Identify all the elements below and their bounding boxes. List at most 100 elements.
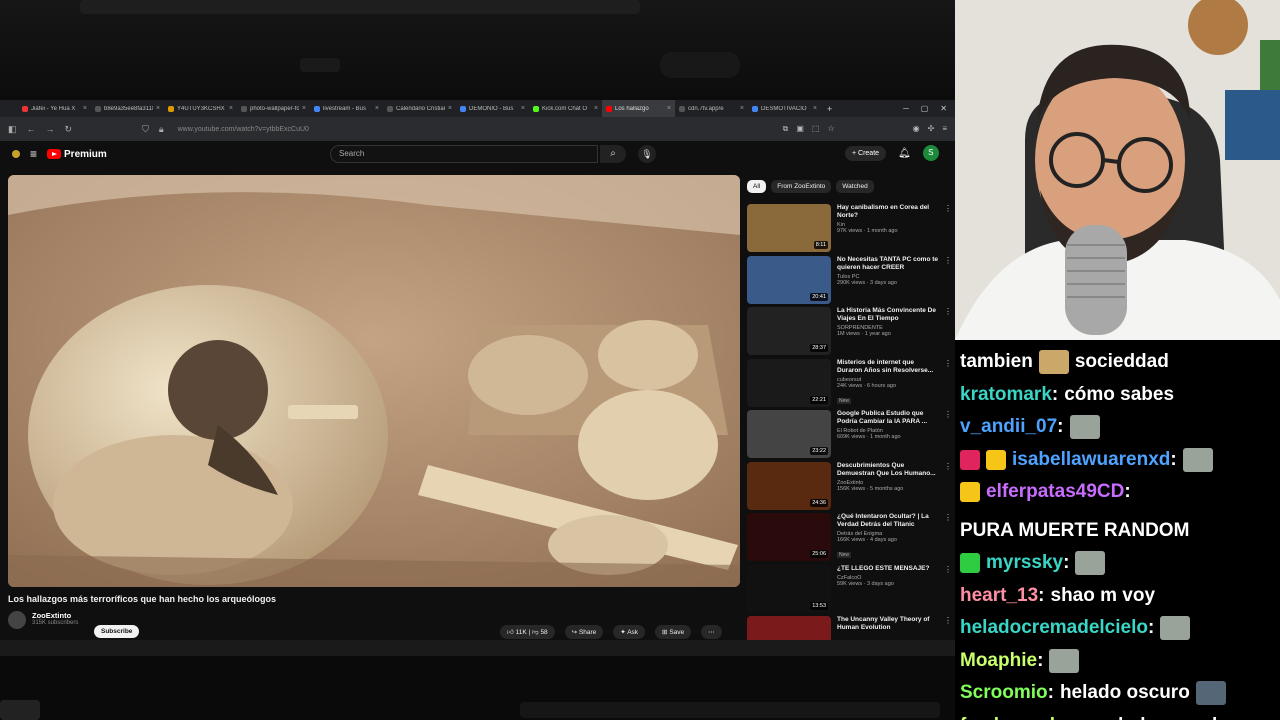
browser-tab[interactable]: Y4UTUY3KCSHX × bbox=[164, 100, 237, 117]
more-options-icon[interactable]: ⋮ bbox=[944, 462, 952, 510]
more-actions-button[interactable]: ⋯ bbox=[701, 625, 722, 639]
recommendation-item[interactable]: 22:21 Misterios de internet que Duraron A… bbox=[747, 358, 952, 407]
maximize-icon[interactable]: ▢ bbox=[921, 104, 929, 113]
video-title[interactable]: Hay canibalismo en Corea del Norte? bbox=[837, 204, 938, 220]
tab-close-icon[interactable]: × bbox=[813, 105, 817, 112]
video-thumbnail[interactable]: 24:36 bbox=[747, 461, 831, 510]
more-options-icon[interactable]: ⋮ bbox=[944, 204, 952, 252]
chat-username[interactable]: Moaphie bbox=[960, 645, 1037, 678]
chat-username[interactable]: heart_13 bbox=[960, 580, 1038, 613]
browser-tab[interactable]: b8e9a35ee8fa3118 × bbox=[91, 100, 164, 117]
video-title[interactable]: La Historia Más Convincente De Viajes En… bbox=[837, 307, 938, 323]
video-thumbnail[interactable]: 28:37 bbox=[747, 307, 831, 355]
recommendation-item[interactable]: 13:53 ¿TE LLEGÓ ESTE MENSAJE? CzFalcoO 59K … bbox=[747, 564, 952, 613]
channel-avatar[interactable] bbox=[8, 611, 26, 629]
create-button[interactable]: + Create bbox=[845, 145, 887, 161]
browser-tab[interactable]: Kick.com Chat O × bbox=[529, 100, 602, 117]
tab-close-icon[interactable]: × bbox=[229, 105, 233, 112]
video-thumbnail[interactable]: 13:53 bbox=[747, 564, 831, 613]
chat-username[interactable]: kratomark bbox=[960, 379, 1052, 412]
chat-username[interactable]: myrssky bbox=[986, 547, 1063, 580]
more-options-icon[interactable]: ⋮ bbox=[944, 513, 952, 561]
chat-username[interactable]: Scroomio bbox=[960, 677, 1048, 710]
recommendation-item[interactable]: 24:36 Descubrimientos Que Demuestran Que … bbox=[747, 461, 952, 510]
more-options-icon[interactable]: ⋮ bbox=[944, 410, 952, 458]
tab-close-icon[interactable]: × bbox=[740, 105, 744, 112]
tab-close-icon[interactable]: × bbox=[375, 105, 379, 112]
chat-username[interactable]: femboypeke bbox=[960, 710, 1071, 720]
extension-icon[interactable]: ⬚ bbox=[812, 124, 820, 134]
like-button[interactable]: 👍︎ 11K | 👎︎ 58 bbox=[500, 625, 555, 639]
recommendation-item[interactable]: 20:41 No Necesitas TANTA PC como te quier… bbox=[747, 255, 952, 304]
chat-username[interactable]: v_andii_07 bbox=[960, 411, 1057, 444]
video-thumbnail[interactable]: 20:41 bbox=[747, 255, 831, 304]
more-options-icon[interactable]: ⋮ bbox=[944, 359, 952, 407]
mic-icon[interactable]: 🎙︎ bbox=[638, 145, 656, 163]
video-title[interactable]: Google Publica Estudio que Podría Cambia… bbox=[837, 410, 938, 426]
more-options-icon[interactable]: ⋮ bbox=[944, 256, 952, 304]
chat-username[interactable]: isabellawuarenxd bbox=[1012, 444, 1170, 477]
filter-chip[interactable]: From ZooExtinto bbox=[771, 180, 832, 193]
account-icon[interactable]: ◉ bbox=[913, 124, 920, 134]
video-title[interactable]: ¿Qué Intentaron Ocultar? | La Verdad Det… bbox=[837, 513, 938, 529]
video-title[interactable]: No Necesitas TANTA PC como te quieren ha… bbox=[837, 256, 938, 272]
back-icon[interactable]: ← bbox=[27, 124, 36, 134]
menu-icon[interactable]: ≡ bbox=[942, 124, 947, 134]
subscribe-button[interactable]: Subscribe bbox=[94, 625, 140, 638]
browser-tab[interactable]: photo-wallpaper-for × bbox=[237, 100, 310, 117]
video-title[interactable]: Misterios de internet que Duraron Años s… bbox=[837, 359, 938, 375]
video-title[interactable]: Descubrimientos Que Demuestran Que Los H… bbox=[837, 462, 938, 478]
browser-tab[interactable]: cdn.7tv.app/e × bbox=[675, 100, 748, 117]
puzzle-icon[interactable]: ✣ bbox=[928, 124, 935, 134]
new-tab-icon[interactable]: + bbox=[827, 104, 832, 114]
recommendation-item[interactable]: 8:11 Hay canibalismo en Corea del Norte? K… bbox=[747, 204, 952, 252]
search-icon[interactable]: ⌕ bbox=[600, 145, 626, 163]
ask-button[interactable]: ✦ Ask bbox=[613, 625, 646, 639]
filter-chip[interactable]: All bbox=[747, 180, 767, 193]
filter-chip[interactable]: Watched bbox=[836, 180, 874, 193]
save-button[interactable]: ⊞ Save bbox=[655, 625, 692, 639]
channel-name[interactable]: ZooExtinto bbox=[32, 611, 78, 620]
more-options-icon[interactable]: ⋮ bbox=[944, 565, 952, 613]
browser-tab[interactable]: livestream - Bus × bbox=[310, 100, 383, 117]
screenshot-icon[interactable]: ⧉ bbox=[783, 124, 789, 134]
picture-icon[interactable]: ▣ bbox=[796, 124, 804, 134]
more-options-icon[interactable]: ⋮ bbox=[944, 307, 952, 355]
video-thumbnail[interactable]: 22:21 bbox=[747, 358, 831, 407]
browser-tab[interactable]: Jiafei - Ye Hua X × bbox=[18, 100, 91, 117]
tab-close-icon[interactable]: × bbox=[302, 105, 306, 112]
avatar[interactable]: S bbox=[922, 145, 939, 161]
browser-tab[interactable]: Los hallazgo × bbox=[602, 100, 675, 117]
tab-close-icon[interactable]: × bbox=[521, 105, 525, 112]
video-player[interactable] bbox=[8, 175, 740, 587]
tab-close-icon[interactable]: × bbox=[156, 105, 160, 112]
video-title[interactable]: The Uncanny Valley Theory of Human Evolu… bbox=[837, 616, 938, 632]
url-field[interactable]: www.youtube.com/watch?v=ytbbExcCuU0 bbox=[178, 126, 309, 133]
recommendation-item[interactable]: 23:22 Google Publica Estudio que Podría C… bbox=[747, 410, 952, 458]
video-title[interactable]: ¿TE LLEGÓ ESTE MENSAJE? bbox=[837, 565, 938, 573]
share-button[interactable]: ↪ Share bbox=[564, 625, 604, 639]
hamburger-icon[interactable]: ≡ bbox=[30, 147, 37, 161]
video-thumbnail[interactable]: 8:11 bbox=[747, 204, 831, 252]
recommendation-item[interactable]: 25:06 ¿Qué Intentaron Ocultar? | La Verda… bbox=[747, 513, 952, 561]
tab-close-icon[interactable]: × bbox=[83, 105, 87, 112]
tab-close-icon[interactable]: × bbox=[594, 105, 598, 112]
shield-icon[interactable]: ⛉ bbox=[142, 124, 149, 135]
video-thumbnail[interactable]: 23:22 bbox=[747, 410, 831, 458]
bell-icon[interactable]: 🔔︎ bbox=[898, 148, 911, 159]
browser-tab[interactable]: DESMOTIVACIO × bbox=[748, 100, 821, 117]
browser-tab[interactable]: DEMONIO - Bus × bbox=[456, 100, 529, 117]
chat-username[interactable]: heladocremadelcielo bbox=[960, 612, 1148, 645]
recommendation-item[interactable]: 28:37 La Historia Más Convincente De Viaj… bbox=[747, 307, 952, 355]
video-thumbnail[interactable]: 25:06 bbox=[747, 513, 831, 561]
chat-username[interactable]: elferpatas49CD bbox=[986, 476, 1124, 509]
forward-icon[interactable]: → bbox=[46, 124, 55, 134]
reload-icon[interactable]: ↻ bbox=[65, 124, 73, 135]
browser-tab[interactable]: Calendario Cristiano× bbox=[383, 100, 456, 117]
minimize-icon[interactable]: ─ bbox=[903, 104, 909, 113]
tab-close-icon[interactable]: × bbox=[667, 105, 671, 112]
star-icon[interactable]: ☆ bbox=[827, 124, 834, 134]
tab-close-icon[interactable]: × bbox=[448, 105, 452, 112]
search-input[interactable]: Search bbox=[330, 145, 598, 163]
youtube-logo[interactable]: Premium bbox=[47, 149, 107, 160]
